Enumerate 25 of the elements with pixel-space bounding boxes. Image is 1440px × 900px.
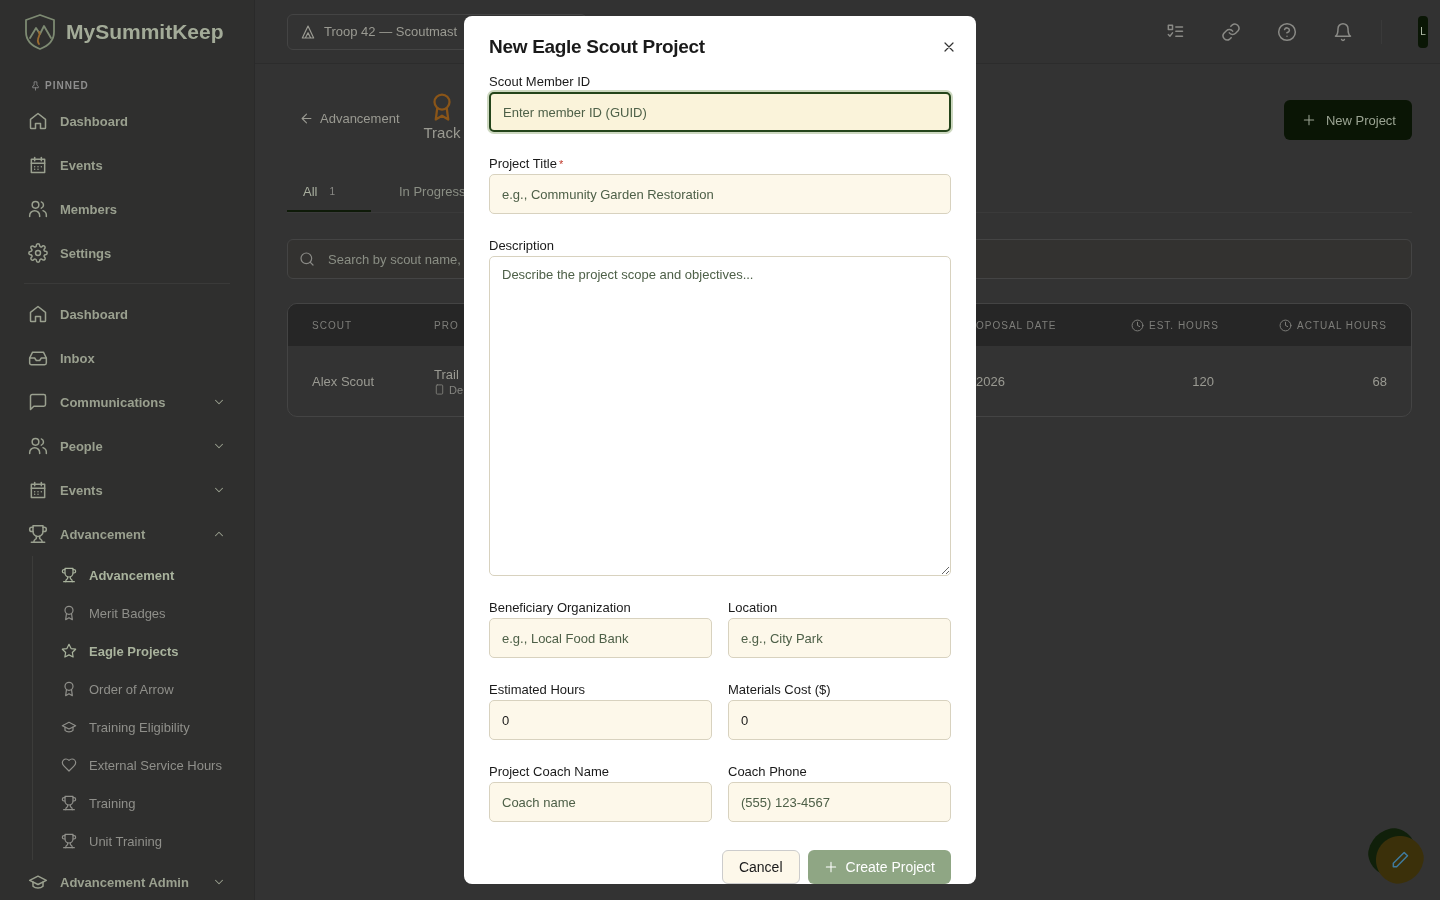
- table-cell: De: [449, 383, 464, 396]
- field-label: Coach Phone: [728, 764, 808, 779]
- required-mark: *: [558, 158, 564, 170]
- field-label: Beneficiary Organization: [489, 600, 632, 615]
- field-label: Materials Cost ($): [728, 682, 832, 697]
- table-cell-text: 120: [1191, 373, 1215, 389]
- field-label: Scout Member ID: [489, 74, 592, 89]
- table-cell-text: Trail: [434, 366, 460, 382]
- table-cell-text: Alex Scout: [312, 373, 376, 389]
- field-label: Project Coach Name: [489, 764, 610, 779]
- column-header: SCOUT: [312, 319, 353, 331]
- column-header: PRO: [434, 319, 460, 331]
- field-label: Estimated Hours: [489, 682, 587, 697]
- table-cell: 68: [1372, 373, 1387, 389]
- field-label: Description: [489, 238, 556, 253]
- table-cell-text: 2026: [976, 373, 1006, 389]
- column-header: ACTUAL HOURS: [1279, 318, 1387, 332]
- section-label: PINNED: [45, 80, 89, 91]
- tab-count: 1: [329, 185, 335, 197]
- field-label: Project Title*: [489, 156, 565, 171]
- page-subtitle: Track: [423, 124, 461, 141]
- column-header: OPOSAL DATE: [976, 319, 1058, 331]
- app-logo-text: MySummitKeep: [66, 20, 224, 44]
- field-label: Location: [728, 600, 779, 615]
- column-header: EST. HOURS: [1131, 318, 1279, 332]
